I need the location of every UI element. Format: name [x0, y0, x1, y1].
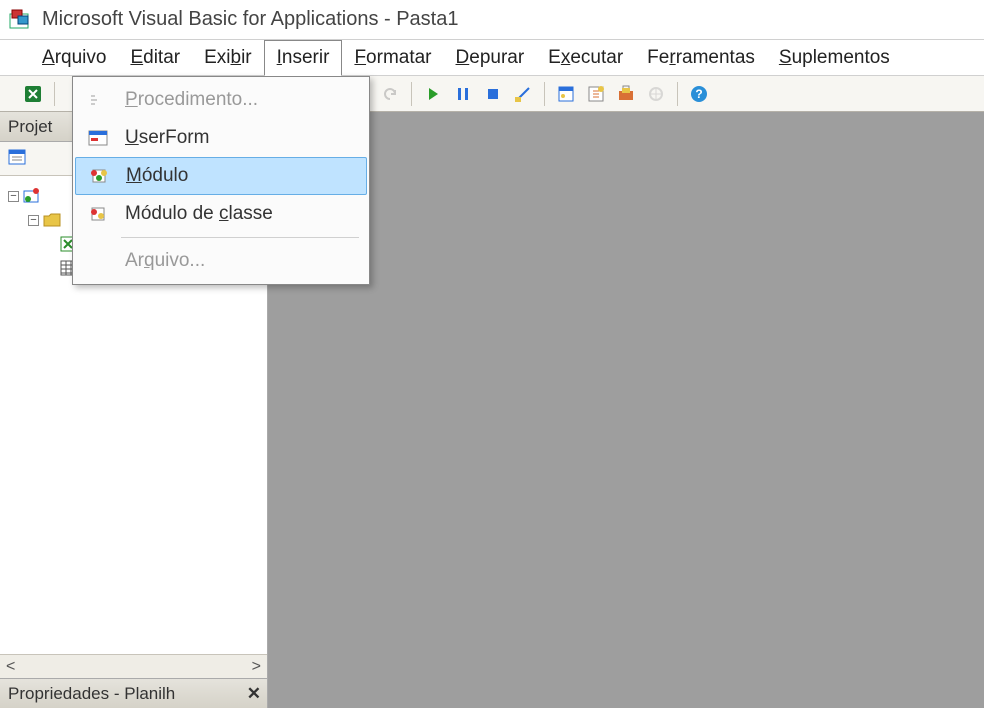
file-icon — [85, 251, 111, 271]
menu-item-arquivo: Arquivo... — [73, 242, 369, 280]
menu-separator — [121, 237, 359, 238]
menu-depurar[interactable]: Depurar — [444, 41, 537, 75]
app-icon — [8, 8, 32, 32]
class-module-icon — [85, 204, 111, 224]
scroll-left-icon[interactable]: < — [6, 658, 15, 676]
svg-text:?: ? — [695, 87, 702, 101]
menu-item-modulo-classe[interactable]: Módulo de classe — [73, 195, 369, 233]
horizontal-scrollbar[interactable]: < > — [0, 654, 267, 678]
toolbar-separator — [677, 82, 678, 106]
properties-title: Propriedades - Planilh — [8, 684, 175, 704]
redo-icon[interactable] — [377, 81, 403, 107]
module-icon — [86, 166, 112, 186]
close-icon[interactable]: ✕ — [247, 684, 261, 704]
menu-item-userform[interactable]: UserForm — [73, 119, 369, 157]
titlebar: Microsoft Visual Basic for Applications … — [0, 0, 984, 40]
menubar: Arquivo Editar Exibir Inserir Formatar D… — [0, 40, 984, 76]
procedure-icon — [85, 90, 111, 110]
properties-icon[interactable] — [583, 81, 609, 107]
help-icon[interactable]: ? — [686, 81, 712, 107]
window-title: Microsoft Visual Basic for Applications … — [42, 8, 458, 31]
inserir-dropdown: Procedimento... UserForm Módulo Módulo d… — [72, 76, 370, 285]
collapse-icon[interactable]: − — [8, 191, 19, 202]
collapse-icon[interactable]: − — [28, 215, 39, 226]
mdi-workspace — [268, 112, 984, 708]
scroll-right-icon[interactable]: > — [252, 658, 261, 676]
design-mode-icon[interactable] — [510, 81, 536, 107]
menu-suplementos[interactable]: Suplementos — [767, 41, 902, 75]
toolbar-separator — [544, 82, 545, 106]
userform-icon — [85, 128, 111, 148]
menu-editar[interactable]: Editar — [118, 41, 192, 75]
toolbox-icon[interactable] — [613, 81, 639, 107]
menu-formatar[interactable]: Formatar — [342, 41, 443, 75]
stop-icon[interactable] — [480, 81, 506, 107]
menu-ferramentas[interactable]: Ferramentas — [635, 41, 767, 75]
vba-project-icon — [23, 188, 41, 204]
object-browser-icon[interactable] — [643, 81, 669, 107]
pause-icon[interactable] — [450, 81, 476, 107]
view-code-icon[interactable] — [8, 149, 26, 168]
menu-exibir[interactable]: Exibir — [192, 41, 264, 75]
menu-executar[interactable]: Executar — [536, 41, 635, 75]
run-icon[interactable] — [420, 81, 446, 107]
menu-item-procedimento: Procedimento... — [73, 81, 369, 119]
folder-icon — [43, 213, 61, 227]
toolbar-separator — [411, 82, 412, 106]
properties-panel-header: Propriedades - Planilh ✕ — [0, 678, 267, 708]
menu-item-modulo[interactable]: Módulo — [75, 157, 367, 195]
excel-icon[interactable] — [20, 81, 46, 107]
toolbar-separator — [54, 82, 55, 106]
menu-inserir[interactable]: Inserir — [264, 40, 343, 76]
project-explorer-icon[interactable] — [553, 81, 579, 107]
menu-arquivo[interactable]: Arquivo — [30, 41, 118, 75]
